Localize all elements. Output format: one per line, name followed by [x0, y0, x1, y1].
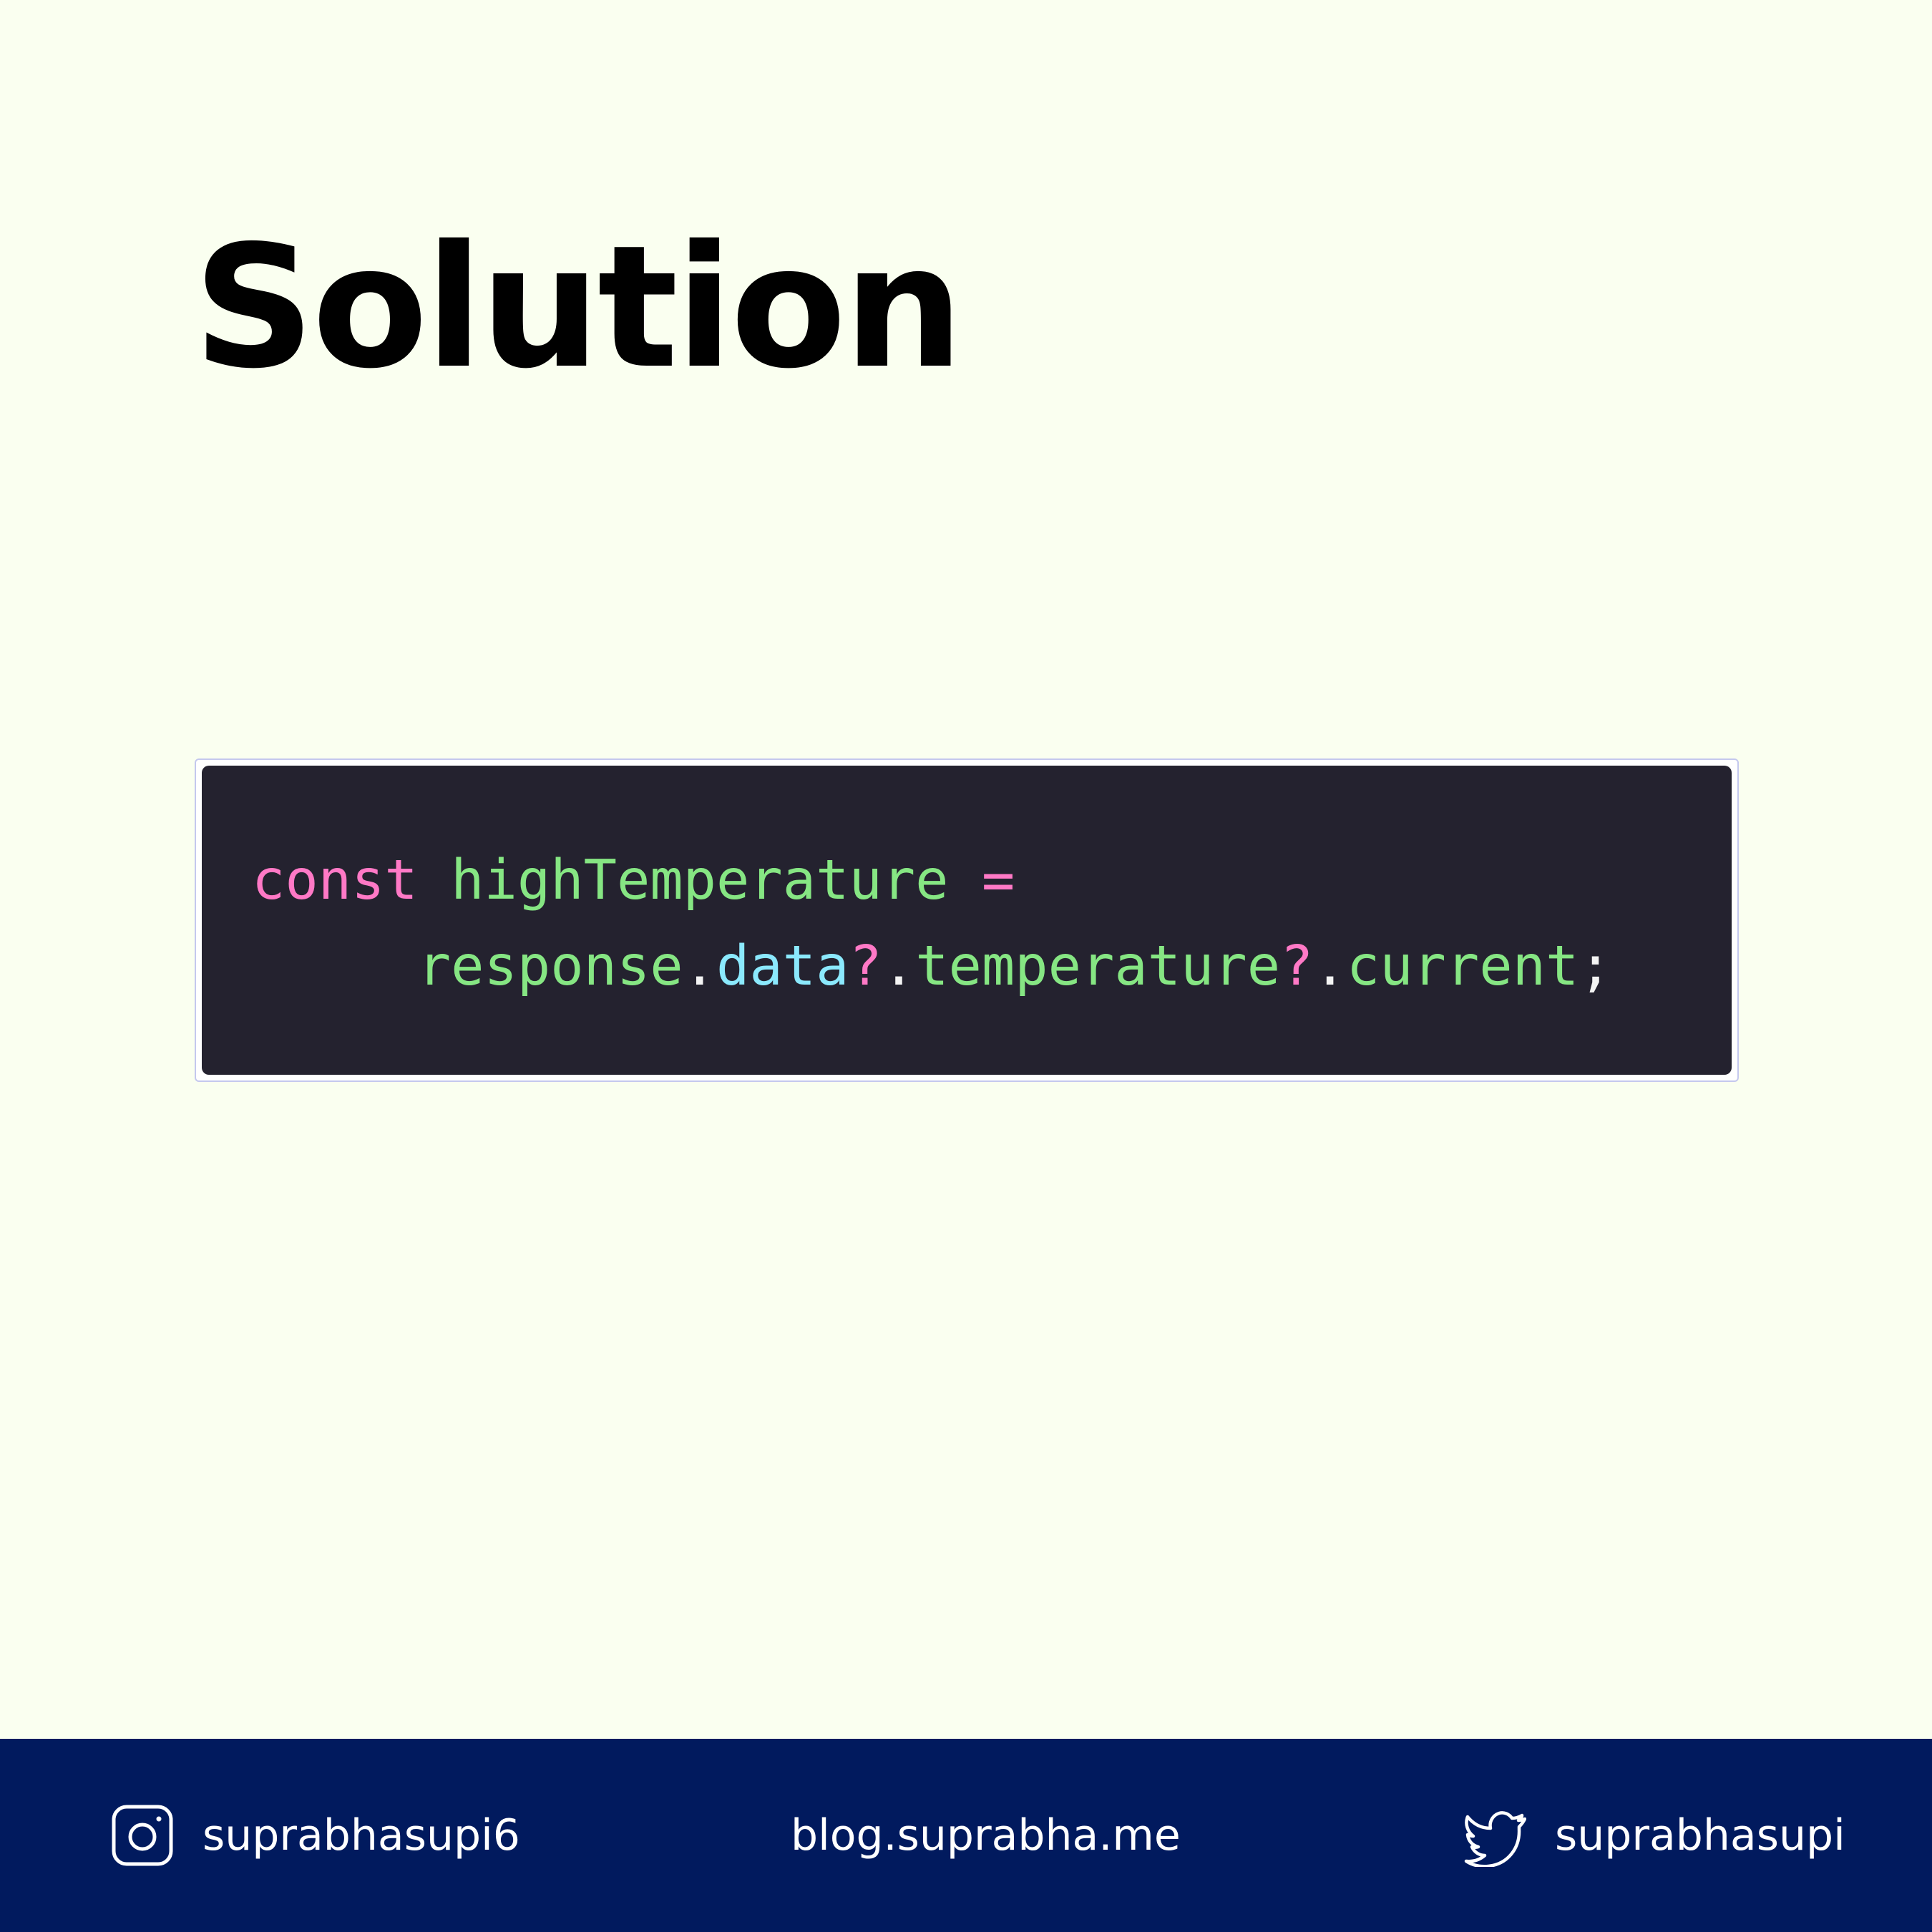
twitter-handle: suprabhasupi: [1555, 1810, 1845, 1860]
code-property-data: data: [716, 935, 849, 998]
code-property-temperature: temperature: [915, 935, 1281, 998]
code-assignment-operator: =: [981, 849, 1015, 912]
twitter-link[interactable]: suprabhasupi: [1463, 1802, 1845, 1869]
instagram-link[interactable]: suprabhasupi6: [111, 1802, 520, 1869]
code-variable-name: highTemperature: [451, 849, 949, 912]
code-line-1: const highTemperature =: [252, 853, 1015, 908]
page-title: Solution: [193, 209, 964, 406]
code-object-response: response: [417, 935, 683, 998]
footer-bar: suprabhasupi6 blog.suprabha.me suprabhas…: [0, 1739, 1932, 1932]
code-optional-chain: ?: [1280, 935, 1314, 998]
code-block: const highTemperature = response.data?.t…: [202, 766, 1732, 1075]
code-line-2: response.data?.temperature?.current;: [252, 939, 1612, 994]
code-dot: .: [1313, 935, 1347, 998]
instagram-handle: suprabhasupi6: [203, 1810, 520, 1860]
code-dot: .: [683, 935, 717, 998]
code-keyword-const: const: [252, 849, 418, 912]
code-optional-chain: ?: [849, 935, 882, 998]
twitter-icon: [1463, 1804, 1526, 1867]
code-snippet-frame: const highTemperature = response.data?.t…: [195, 758, 1739, 1082]
code-property-current: current: [1346, 935, 1579, 998]
blog-link[interactable]: blog.suprabha.me: [791, 1802, 1181, 1869]
blog-url: blog.suprabha.me: [791, 1810, 1181, 1860]
instagram-icon: [111, 1804, 174, 1867]
code-dot: .: [882, 935, 916, 998]
code-semicolon: ;: [1579, 935, 1612, 998]
